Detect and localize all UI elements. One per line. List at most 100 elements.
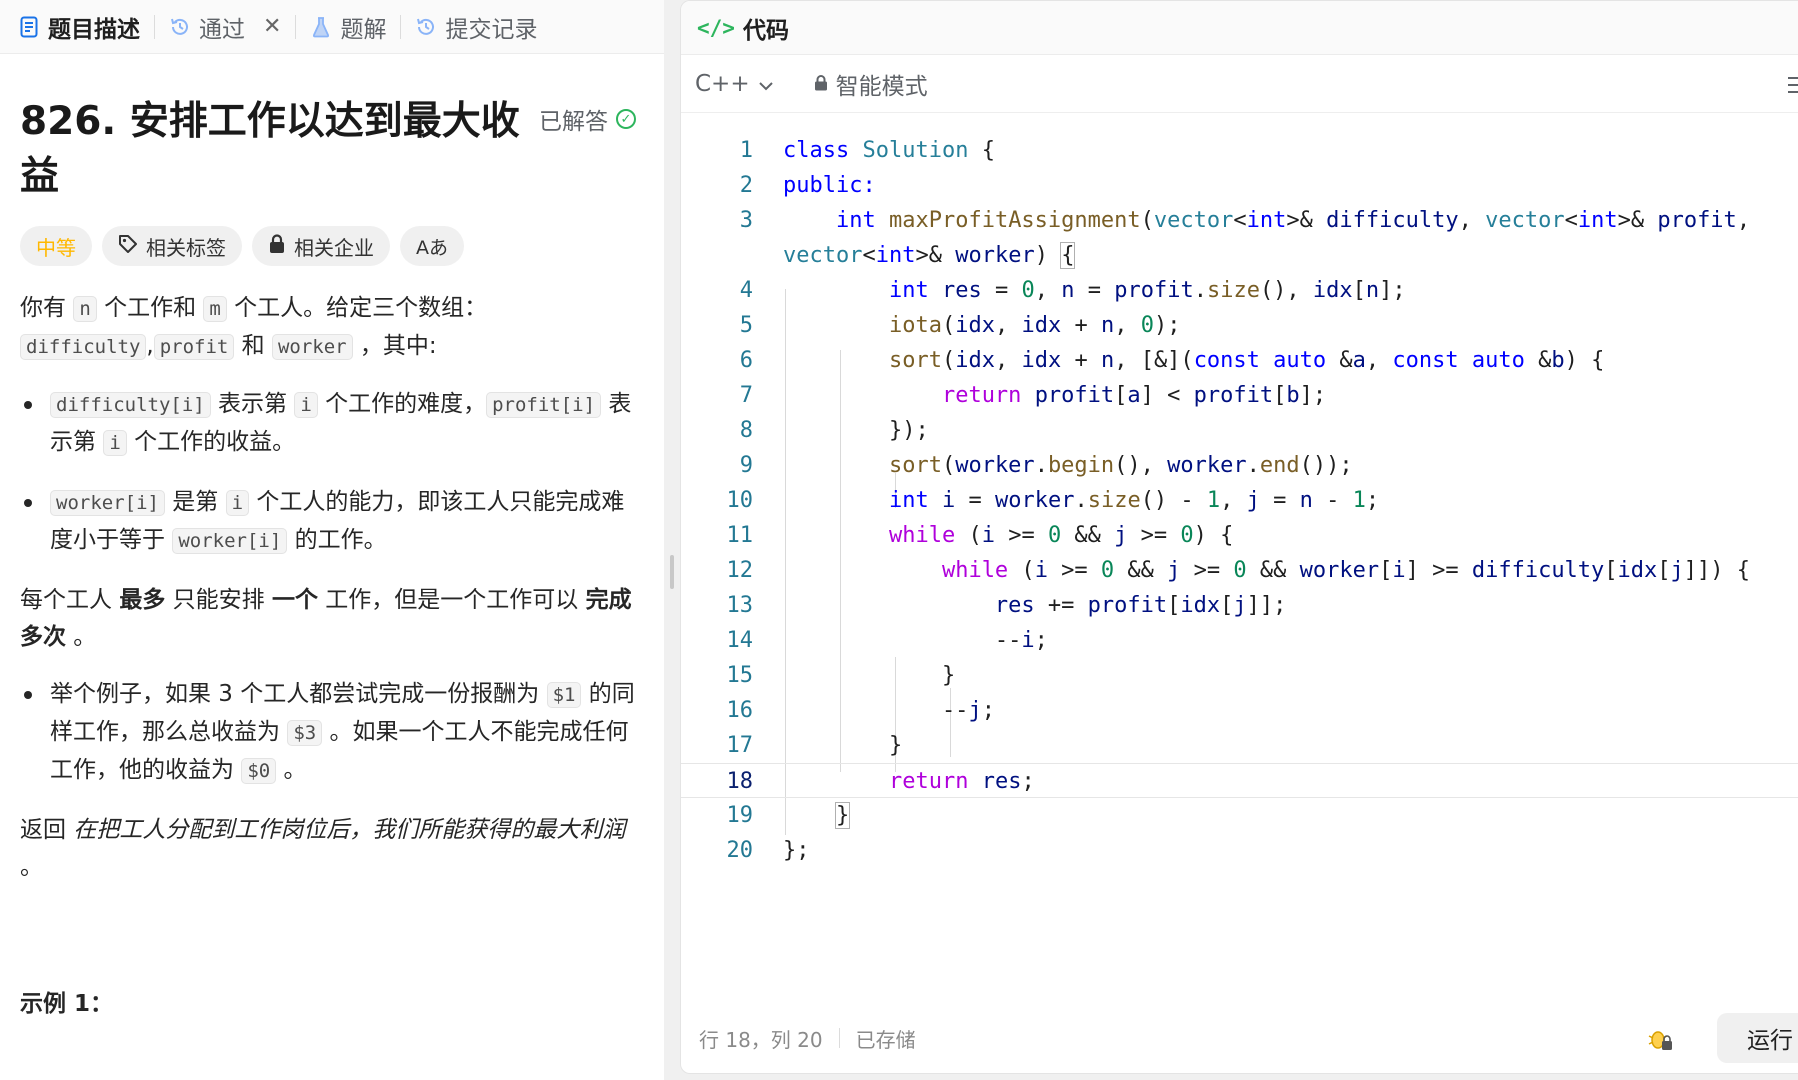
code-panel: </> 代码 C++ 智能模式 1 class Solution {2 pub… bbox=[680, 0, 1798, 1074]
panel-resizer[interactable] bbox=[664, 0, 680, 1080]
tab-submissions[interactable]: 提交记录 bbox=[415, 0, 537, 54]
code-panel-header: </> 代码 bbox=[681, 1, 1798, 55]
related-tags-label: 相关标签 bbox=[146, 235, 226, 260]
code-text: int maxProfitAssignment(vector<int>& dif… bbox=[835, 208, 1751, 233]
line-number: 17 bbox=[726, 733, 754, 758]
code-text: while (i >= 0 && j >= 0 && worker[i] >= … bbox=[941, 558, 1751, 583]
line-number: 13 bbox=[726, 593, 754, 618]
inline-code: difficulty bbox=[20, 334, 147, 360]
text: 。 bbox=[20, 854, 43, 880]
flask-icon bbox=[310, 16, 332, 38]
solved-status: 已解答 ✓ bbox=[539, 102, 636, 136]
font-size-button[interactable]: Aあ bbox=[400, 226, 464, 266]
inline-code: $3 bbox=[287, 720, 323, 746]
text: 工作，但是一个工作可以 bbox=[317, 587, 586, 613]
code-line-1: 1 class Solution { bbox=[681, 133, 1798, 168]
lock-icon bbox=[268, 233, 286, 259]
bullet-list-1: difficulty[i] 表示第 i 个工作的难度， profit[i] 表示第… bbox=[20, 386, 644, 560]
text: 是第 bbox=[164, 489, 226, 515]
smart-mode-toggle[interactable]: 智能模式 bbox=[814, 67, 928, 101]
text: 的工作。 bbox=[287, 527, 387, 553]
code-line-13: 13 res += profit[idx[j]]; bbox=[681, 588, 1798, 623]
code-text: sort(idx, idx + n, [&](const auto &a, co… bbox=[888, 348, 1605, 373]
lock-icon bbox=[814, 71, 828, 97]
status-separator bbox=[838, 1028, 840, 1048]
related-tags-button[interactable]: 相关标签 bbox=[102, 226, 242, 266]
line-number: 9 bbox=[739, 453, 753, 478]
title-row: 826. 安排工作以达到最大收益 已解答 ✓ bbox=[20, 94, 644, 204]
list-item: difficulty[i] 表示第 i 个工作的难度， profit[i] 表示第… bbox=[20, 386, 644, 462]
code-editor[interactable]: 1 class Solution { 2 public: 3 int maxProf… bbox=[681, 113, 1798, 1013]
history-icon bbox=[415, 16, 437, 38]
line-number: 1 bbox=[739, 138, 753, 163]
editor-status-bar: 行 18，列 20 已存储 运行 bbox=[681, 1003, 1798, 1073]
resize-handle[interactable] bbox=[670, 555, 674, 589]
language-select[interactable]: C++ bbox=[695, 71, 774, 97]
related-companies-label: 相关企业 bbox=[294, 235, 374, 260]
menu-icon[interactable] bbox=[1784, 75, 1798, 101]
history-icon bbox=[169, 16, 191, 38]
line-number: 5 bbox=[739, 313, 753, 338]
inline-code: m bbox=[203, 296, 227, 322]
tab-description-label: 题目描述 bbox=[48, 16, 140, 43]
code-text: --j; bbox=[783, 698, 995, 723]
line-number: 12 bbox=[726, 558, 754, 583]
code-line-8: 8 }); bbox=[681, 413, 1798, 448]
code-text: return profit[a] < profit[b]; bbox=[941, 383, 1327, 408]
debug-icon[interactable] bbox=[1647, 1027, 1673, 1056]
code-text: }; bbox=[783, 838, 810, 863]
tab-solutions[interactable]: 题解 bbox=[310, 0, 386, 54]
run-button[interactable]: 运行 bbox=[1717, 1013, 1798, 1063]
code-text: res += profit[idx[j]]; bbox=[994, 593, 1287, 618]
tab-accepted-label: 通过 bbox=[199, 16, 245, 43]
code-line-3-wrap: vector<int>& worker) { bbox=[681, 238, 1798, 273]
related-companies-button[interactable]: 相关企业 bbox=[252, 226, 390, 266]
line-number: 3 bbox=[739, 208, 753, 233]
language-label: C++ bbox=[695, 70, 750, 97]
editor-toolbar: C++ 智能模式 bbox=[681, 55, 1798, 113]
description-paragraph-1: 你有 n 个工作和 m 个工人。给定三个数组： difficulty, profit… bbox=[20, 290, 644, 366]
bold-text: 最多 bbox=[119, 587, 166, 613]
line-number: 4 bbox=[739, 278, 753, 303]
text: 个工人。给定三个数组： bbox=[226, 295, 488, 321]
code-line-7: 7 return profit[a] < profit[b]; bbox=[681, 378, 1798, 413]
line-number: 8 bbox=[739, 418, 753, 443]
description-paragraph-3: 返回 在把工人分配到工作岗位后，我们所能获得的最大利润 。 bbox=[20, 812, 644, 886]
inline-code: worker[i] bbox=[50, 490, 165, 516]
tab-separator bbox=[295, 14, 297, 39]
text: 举个例子，如果 3 个工人都尝试完成一份报酬为 bbox=[50, 681, 547, 707]
code-text: int res = 0, n = profit.size(), idx[n]; bbox=[888, 278, 1406, 303]
text: 个工作的收益。 bbox=[126, 429, 296, 455]
tab-description[interactable]: 题目描述 bbox=[18, 0, 140, 54]
code-text: } bbox=[783, 663, 956, 688]
text: 个工作的难度， bbox=[317, 391, 487, 417]
tab-submissions-label: 提交记录 bbox=[445, 16, 538, 43]
line-number: 20 bbox=[726, 838, 754, 863]
example-heading: 示例 1： bbox=[20, 991, 114, 1017]
inline-code: i bbox=[294, 392, 318, 418]
line-number: 19 bbox=[726, 803, 754, 828]
tab-separator bbox=[400, 14, 402, 39]
problem-tags: 中等 相关标签 相关企业 Aあ bbox=[20, 226, 644, 266]
tab-accepted[interactable]: 通过 ✕ bbox=[169, 0, 281, 54]
inline-code: difficulty[i] bbox=[50, 392, 211, 418]
difficulty-badge[interactable]: 中等 bbox=[20, 226, 92, 266]
list-item: worker[i] 是第 i 个工人的能力，即该工人只能完成难度小于等于 wor… bbox=[20, 484, 644, 560]
problem-title[interactable]: 826. 安排工作以达到最大收益 bbox=[20, 94, 520, 204]
text: ，其中: bbox=[352, 333, 437, 359]
tag-icon bbox=[118, 234, 138, 259]
bold-text: 一个 bbox=[271, 587, 318, 613]
code-line-2: 2 public: bbox=[681, 168, 1798, 203]
chevron-down-icon bbox=[758, 71, 774, 97]
inline-code: n bbox=[73, 296, 97, 322]
code-panel-title: 代码 bbox=[742, 17, 789, 44]
code-line-4: 4 int res = 0, n = profit.size(), idx[n]… bbox=[681, 273, 1798, 308]
code-text: return res; bbox=[888, 769, 1035, 794]
code-line-11: 11 while (i >= 0 && j >= 0) { bbox=[681, 518, 1798, 553]
saved-status: 已存储 bbox=[855, 1027, 916, 1052]
text: 。 bbox=[276, 757, 307, 783]
code-text: iota(idx, idx + n, 0); bbox=[888, 313, 1181, 338]
code-line-14: 14 --i; bbox=[681, 623, 1798, 658]
close-icon[interactable]: ✕ bbox=[263, 14, 281, 39]
code-line-16: 16 --j; bbox=[681, 693, 1798, 728]
